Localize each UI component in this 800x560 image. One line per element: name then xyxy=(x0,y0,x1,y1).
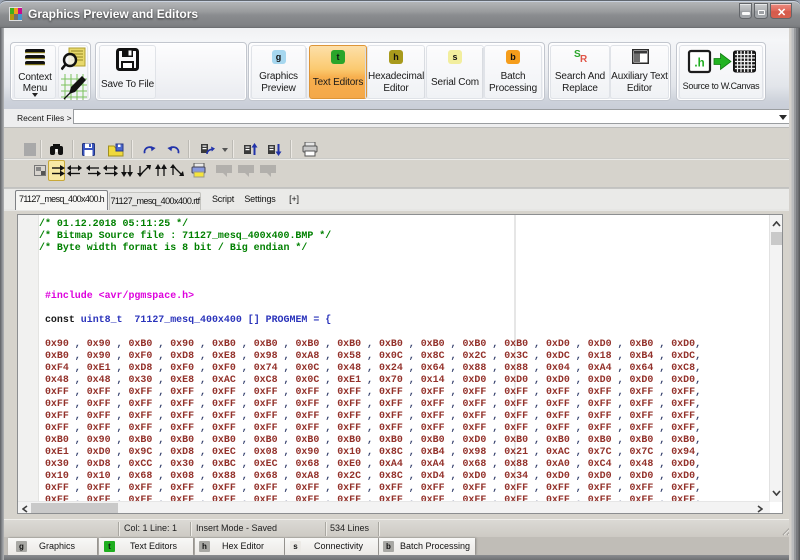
svg-text:.h: .h xyxy=(694,58,704,70)
